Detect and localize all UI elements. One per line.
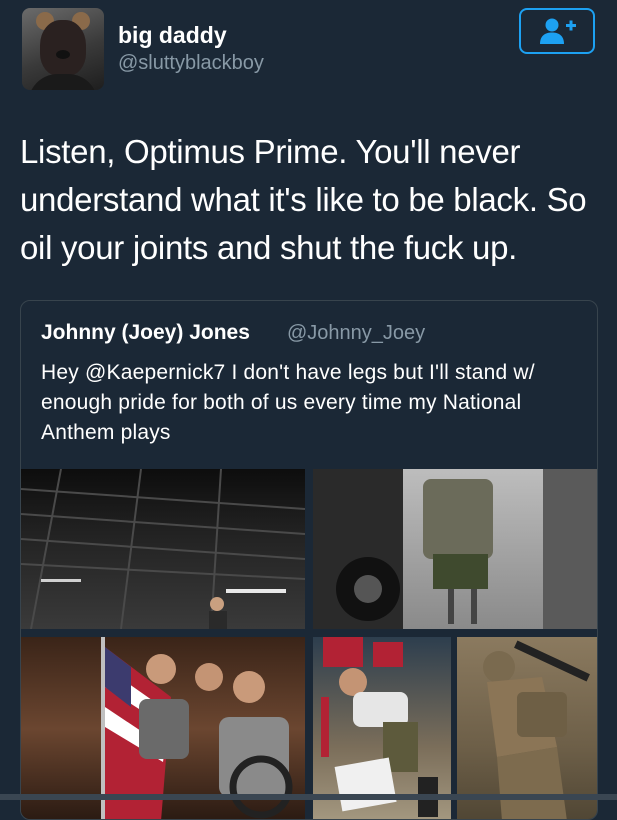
quoted-author-handle[interactable]: @Johnny_Joey — [287, 322, 425, 345]
tweet-text: Listen, Optimus Prime. You'll never unde… — [20, 133, 587, 266]
follow-button[interactable] — [519, 8, 595, 54]
photo-veteran-prosthetic[interactable] — [313, 469, 597, 629]
add-user-icon — [540, 18, 576, 44]
photo-soldier[interactable] — [457, 637, 597, 819]
quoted-tweet[interactable]: Johnny (Joey) Jones @Johnny_Joey Hey @Ka… — [20, 300, 598, 820]
quoted-tweet-text: Hey @Kaepernick7 I don't have legs but I… — [41, 361, 535, 444]
author-name[interactable]: big daddy — [118, 22, 227, 49]
avatar-face — [40, 20, 86, 76]
media-grid — [21, 469, 597, 819]
avatar-body — [28, 74, 98, 90]
tweet-header: big daddy @sluttyblackboy — [0, 0, 617, 100]
filter-nose — [56, 50, 70, 59]
photo-men-with-flag[interactable] — [21, 637, 305, 819]
photo-warehouse[interactable] — [21, 469, 305, 629]
quoted-author-name[interactable]: Johnny (Joey) Jones — [41, 321, 250, 345]
photo-flags-memorial[interactable] — [313, 637, 451, 819]
bottom-divider — [0, 794, 617, 800]
author-handle[interactable]: @sluttyblackboy — [118, 52, 264, 75]
author-avatar[interactable] — [22, 8, 104, 90]
